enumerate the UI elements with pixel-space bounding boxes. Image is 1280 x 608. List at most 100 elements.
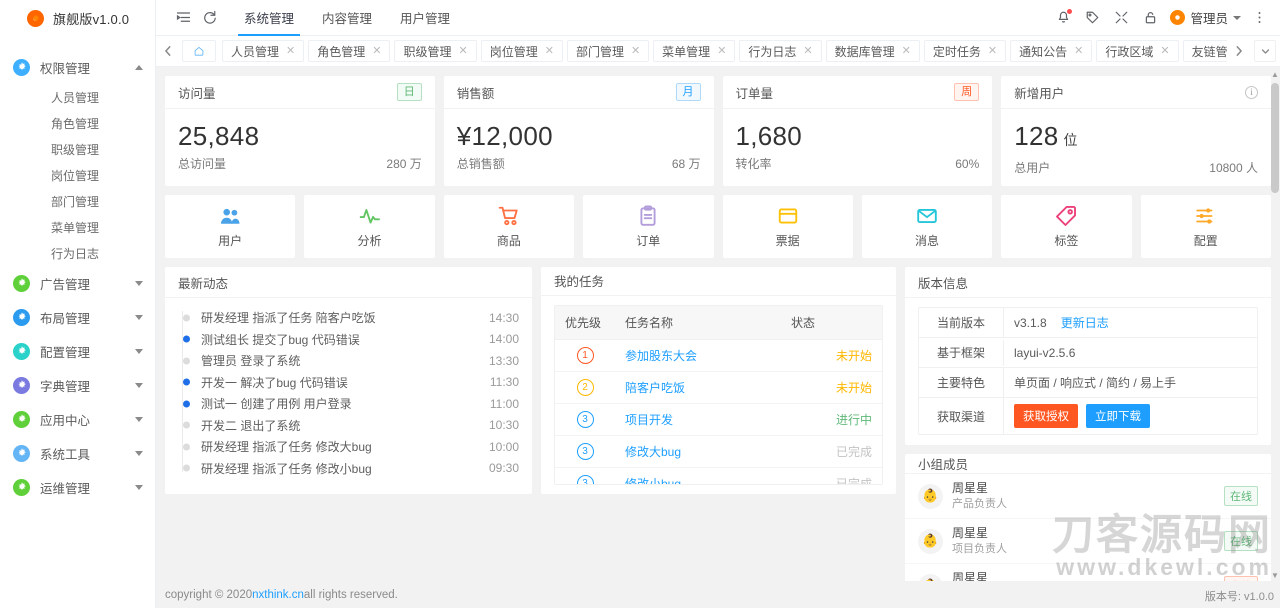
lock-icon[interactable] bbox=[1137, 5, 1163, 31]
avatar bbox=[1170, 10, 1185, 25]
info-icon[interactable]: i bbox=[1245, 86, 1258, 99]
version-channel-row: 获取渠道获取授权立即下载 bbox=[919, 398, 1257, 434]
tabs-dropdown-button[interactable] bbox=[1254, 40, 1276, 62]
bell-icon[interactable] bbox=[1050, 5, 1076, 31]
task-name-link[interactable]: 陪客户吃饭 bbox=[625, 381, 685, 395]
dashboard-content: 访问量日25,848总访问量280 万销售额月¥12,000总销售额68 万订单… bbox=[156, 67, 1280, 581]
sidebar-group-4[interactable]: 字典管理 bbox=[0, 368, 155, 402]
kpi-foot-value: 10800 人 bbox=[1209, 159, 1258, 176]
activity-time: 10:00 bbox=[489, 440, 519, 454]
tasks-title: 我的任务 bbox=[541, 267, 896, 296]
user-menu[interactable]: 管理员 bbox=[1166, 8, 1247, 27]
sidebar-group-3[interactable]: 配置管理 bbox=[0, 334, 155, 368]
sidebar-group-1[interactable]: 广告管理 bbox=[0, 266, 155, 300]
tab-数据库管理[interactable]: 数据库管理✕ bbox=[826, 40, 920, 62]
table-row: 2陪客户吃饭未开始 bbox=[555, 371, 882, 403]
activity-text: 管理员 登录了系统 bbox=[201, 352, 489, 369]
close-icon[interactable]: ✕ bbox=[1160, 46, 1169, 57]
close-icon[interactable]: ✕ bbox=[458, 46, 467, 57]
fullscreen-icon[interactable] bbox=[1108, 5, 1134, 31]
topnav-item-0[interactable]: 系统管理 bbox=[230, 0, 308, 36]
scrollbar-thumb[interactable] bbox=[1271, 83, 1279, 193]
tab-label: 友链管理 bbox=[1192, 43, 1227, 60]
tab-定时任务[interactable]: 定时任务✕ bbox=[924, 40, 1006, 62]
sidebar-item-职级管理[interactable]: 职级管理 bbox=[0, 136, 155, 162]
shortcut-分析[interactable]: 分析 bbox=[304, 195, 434, 258]
priority-badge: 3 bbox=[577, 411, 594, 428]
more-vertical-icon[interactable] bbox=[1250, 5, 1268, 31]
close-icon[interactable]: ✕ bbox=[545, 46, 554, 57]
price-tag-icon bbox=[1055, 205, 1077, 227]
scroll-up-icon[interactable]: ▲ bbox=[1271, 69, 1279, 80]
topnav-item-1[interactable]: 内容管理 bbox=[308, 0, 386, 36]
shortcut-配置[interactable]: 配置 bbox=[1141, 195, 1271, 258]
chevron-down-icon bbox=[135, 417, 143, 422]
sidebar-group-label: 系统工具 bbox=[40, 444, 135, 463]
close-icon[interactable]: ✕ bbox=[631, 46, 640, 57]
close-icon[interactable]: ✕ bbox=[803, 46, 812, 57]
close-icon[interactable]: ✕ bbox=[1074, 46, 1083, 57]
tab-角色管理[interactable]: 角色管理✕ bbox=[308, 40, 390, 62]
activity-text: 研发经理 指派了任务 修改小bug bbox=[201, 460, 489, 477]
tab-home[interactable] bbox=[182, 40, 216, 62]
brand-logo[interactable]: 旗舰版v1.0.0 bbox=[0, 0, 155, 36]
shortcut-消息[interactable]: 消息 bbox=[862, 195, 992, 258]
sidebar-item-菜单管理[interactable]: 菜单管理 bbox=[0, 214, 155, 240]
close-icon[interactable]: ✕ bbox=[717, 46, 726, 57]
shortcut-标签[interactable]: 标签 bbox=[1001, 195, 1131, 258]
task-name-link[interactable]: 参加股东大会 bbox=[625, 349, 697, 363]
tab-菜单管理[interactable]: 菜单管理✕ bbox=[653, 40, 735, 62]
sidebar-item-角色管理[interactable]: 角色管理 bbox=[0, 110, 155, 136]
tag-icon[interactable] bbox=[1079, 5, 1105, 31]
tab-人员管理[interactable]: 人员管理✕ bbox=[222, 40, 304, 62]
kpi-value: 25,848 bbox=[178, 120, 422, 152]
tabs-scroll-left-button[interactable] bbox=[156, 36, 180, 67]
tabs-scroll-right-button[interactable] bbox=[1227, 36, 1251, 67]
sidebar-group-5[interactable]: 应用中心 bbox=[0, 402, 155, 436]
changelog-link[interactable]: 更新日志 bbox=[1061, 314, 1109, 331]
close-icon[interactable]: ✕ bbox=[372, 46, 381, 57]
table-row: 1参加股东大会未开始 bbox=[555, 339, 882, 371]
tab-行为日志[interactable]: 行为日志✕ bbox=[739, 40, 821, 62]
tab-岗位管理[interactable]: 岗位管理✕ bbox=[481, 40, 563, 62]
chevron-down-icon bbox=[135, 383, 143, 388]
sidebar-item-部门管理[interactable]: 部门管理 bbox=[0, 188, 155, 214]
collapse-icon[interactable] bbox=[170, 5, 196, 31]
tab-友链管理[interactable]: 友链管理✕ bbox=[1183, 40, 1227, 62]
shortcut-订单[interactable]: 订单 bbox=[583, 195, 713, 258]
task-name-link[interactable]: 修改大bug bbox=[625, 445, 681, 459]
content-scrollbar[interactable]: ▲ ▼ bbox=[1271, 69, 1279, 581]
download-button[interactable]: 立即下载 bbox=[1086, 404, 1150, 428]
activity-timeline: 研发经理 指派了任务 陪客户吃饭14:30测试组长 提交了bug 代码错误14:… bbox=[178, 307, 519, 479]
get-auth-button[interactable]: 获取授权 bbox=[1014, 404, 1078, 428]
tab-行政区域[interactable]: 行政区域✕ bbox=[1096, 40, 1178, 62]
tab-职级管理[interactable]: 职级管理✕ bbox=[394, 40, 476, 62]
sidebar-group-2[interactable]: 布局管理 bbox=[0, 300, 155, 334]
footer-link[interactable]: nxthink.cn bbox=[252, 589, 304, 601]
shortcut-用户[interactable]: 用户 bbox=[165, 195, 295, 258]
close-icon[interactable]: ✕ bbox=[988, 46, 997, 57]
sidebar-item-人员管理[interactable]: 人员管理 bbox=[0, 84, 155, 110]
kpi-foot-label: 总访问量 bbox=[178, 155, 226, 172]
status-badge: 已完成 bbox=[836, 477, 872, 485]
sidebar-group-6[interactable]: 系统工具 bbox=[0, 436, 155, 470]
sidebar-group-7[interactable]: 运维管理 bbox=[0, 470, 155, 504]
task-name-link[interactable]: 项目开发 bbox=[625, 413, 673, 427]
close-icon[interactable]: ✕ bbox=[902, 46, 911, 57]
mail-icon bbox=[916, 205, 938, 227]
tab-部门管理[interactable]: 部门管理✕ bbox=[567, 40, 649, 62]
refresh-icon[interactable] bbox=[196, 5, 222, 31]
sidebar-item-岗位管理[interactable]: 岗位管理 bbox=[0, 162, 155, 188]
close-icon[interactable]: ✕ bbox=[286, 46, 295, 57]
task-name-link[interactable]: 修改小bug bbox=[625, 477, 681, 485]
activity-item: 研发经理 指派了任务 陪客户吃饭14:30 bbox=[182, 307, 519, 329]
sidebar-group-0[interactable]: 权限管理 bbox=[0, 50, 155, 84]
shortcut-label: 订单 bbox=[636, 232, 660, 249]
kpi-body: ¥12,000 bbox=[444, 109, 714, 152]
scroll-down-icon[interactable]: ▼ bbox=[1271, 570, 1279, 581]
sidebar-item-行为日志[interactable]: 行为日志 bbox=[0, 240, 155, 266]
shortcut-商品[interactable]: 商品 bbox=[444, 195, 574, 258]
shortcut-票据[interactable]: 票据 bbox=[723, 195, 853, 258]
tab-通知公告[interactable]: 通知公告✕ bbox=[1010, 40, 1092, 62]
topnav-item-2[interactable]: 用户管理 bbox=[386, 0, 464, 36]
